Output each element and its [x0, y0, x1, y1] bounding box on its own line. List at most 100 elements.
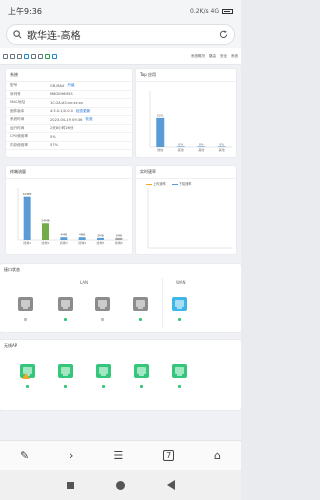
bar-data-label: 0%	[199, 143, 204, 147]
ap-device-4-status	[140, 385, 143, 388]
lan-wan-divider	[162, 278, 163, 328]
router-admin-page: 系统概况 路由 安全 系统 系统 型号 GR-MAX 升级序列号 M8G0H6H5S M…	[0, 48, 241, 440]
ap-device-2[interactable]	[58, 364, 73, 378]
chart-bar	[60, 237, 68, 240]
info-link[interactable]: 升级	[67, 83, 74, 88]
terminal-traffic-card: 终端流量 62MB 终端1 24MB 终端2 4MB 终端3 4MB 终端4 3MB 终端5 3MB…	[6, 166, 132, 254]
info-row: MAC地址 1C:2A:A3:xx:xx:xx	[6, 99, 132, 108]
nav-item-route[interactable]: 路由	[209, 54, 216, 59]
menu-icon[interactable]	[3, 53, 8, 59]
info-value: 5%	[50, 134, 56, 139]
info-row: 型号 GR-MAX 升级	[6, 82, 132, 91]
menu-icon[interactable]: ☰	[113, 449, 123, 462]
info-key: CPU使用率	[10, 134, 29, 139]
top-apps-card: Top 应用 52% 微信 0% 其他 0% 其他 0% 其他	[136, 69, 236, 157]
lan-port-1[interactable]	[18, 297, 33, 311]
info-value: 2023-04-19 09:36	[50, 117, 83, 122]
info-value: M8G0H6H5S	[50, 92, 73, 97]
wireless-ap-card: 无线AP	[0, 340, 241, 410]
lan-port-2[interactable]	[58, 297, 73, 311]
ap-device-5[interactable]	[172, 364, 187, 378]
refresh-icon[interactable]	[219, 30, 228, 39]
ap-warning-icon	[22, 373, 30, 379]
tabs-icon[interactable]: 7	[163, 450, 175, 461]
ap-device-4[interactable]	[134, 364, 149, 378]
nav-item-security[interactable]: 安全	[220, 54, 227, 59]
info-key: MAC地址	[10, 100, 26, 105]
edit-icon[interactable]: ✎	[20, 449, 29, 462]
home-icon[interactable]	[10, 53, 15, 59]
wireless-ap-title: 无线AP	[4, 343, 18, 348]
info-value: 57%	[50, 143, 58, 148]
chart-bar	[42, 223, 49, 240]
back-button[interactable]	[166, 480, 175, 490]
chart-bar	[23, 196, 31, 240]
info-key: 序列号	[10, 91, 21, 96]
info-value: GR-MAX	[50, 83, 65, 88]
info-row: 运行时间 2天8小时26分	[6, 125, 132, 133]
home-icon[interactable]: ⌂	[214, 449, 221, 462]
rate-chart-axes	[147, 188, 232, 249]
ap-device-2-status	[64, 385, 67, 388]
wan-label: WAN	[176, 280, 186, 285]
info-row: 固件版本 4.5.0.1/0.0.0 检查更新	[6, 108, 132, 116]
system-nav-bar	[0, 470, 241, 500]
recents-button[interactable]	[66, 481, 74, 489]
wan-port-status	[178, 318, 181, 321]
info-row: 内存使用率 57%	[6, 142, 132, 150]
page-title: 歌华连-高格	[27, 31, 81, 42]
bar-data-label: 0%	[219, 143, 224, 147]
ap-device-3-status	[102, 385, 105, 388]
info-row: CPU使用率 5%	[6, 133, 132, 142]
wan-port[interactable]	[172, 297, 187, 311]
top-apps-chart: 52%微信0%其他0%其他0%其他	[149, 91, 232, 152]
chart-bar	[78, 237, 86, 240]
lan-port-4-status	[139, 318, 142, 321]
info-link[interactable]: 校准	[85, 117, 92, 122]
info-link[interactable]: 检查更新	[76, 109, 90, 114]
browser-toolbar: ✎ › ☰ 7 ⌂	[0, 440, 241, 470]
status-icon[interactable]	[45, 53, 50, 59]
forward-icon[interactable]: ›	[69, 449, 73, 462]
nav-item-system[interactable]: 系统	[231, 54, 238, 59]
address-bar: 歌华连-高格	[0, 22, 241, 48]
top-nav: 系统概况 路由 安全 系统	[0, 48, 241, 65]
status-indicators: 0.2K/s 4G	[190, 8, 233, 15]
bar-data-label: 3MB	[97, 233, 104, 237]
lan-port-3-status	[101, 318, 104, 321]
port-status-card: 接口状态 LAN WAN	[0, 264, 241, 332]
category-tick-label: 其他	[198, 147, 204, 152]
lan-port-4[interactable]	[133, 297, 148, 311]
bar-data-label: 52%	[157, 113, 164, 117]
info-rows: 型号 GR-MAX 升级序列号 M8G0H6H5S MAC地址 1C:2A:A3:xx:x…	[6, 82, 132, 150]
bar-data-label: 0%	[178, 143, 183, 147]
bar-data-label: 3MB	[116, 233, 123, 237]
category-tick-label: 终端6	[115, 240, 123, 245]
ap-device-3[interactable]	[96, 364, 111, 378]
category-tick-label: 终端2	[42, 240, 50, 245]
system-info-title: 系统	[6, 69, 132, 82]
ap-device-1-status	[26, 385, 29, 388]
category-tick-label: 其他	[219, 147, 225, 152]
status-time: 上午9:36	[8, 6, 42, 16]
info-value: 2天8小时26分	[50, 125, 74, 130]
info-key: 固件版本	[10, 108, 25, 113]
nav-item-overview[interactable]: 系统概况	[191, 54, 205, 59]
network-icon[interactable]	[24, 53, 29, 59]
url-box[interactable]: 歌华连-高格	[6, 24, 235, 45]
port-status-title: 接口状态	[4, 267, 20, 272]
realtime-rate-card: 实时速率 上传速率 下载速率	[136, 166, 236, 254]
ap-device-5-status	[178, 385, 181, 388]
lan-port-3[interactable]	[95, 297, 110, 311]
wifi-icon[interactable]	[31, 53, 36, 59]
home-button[interactable]	[115, 480, 125, 490]
bar-data-label: 4MB	[79, 233, 86, 237]
chart-bar	[97, 237, 104, 240]
monitor-icon[interactable]	[52, 53, 57, 59]
info-key: 型号	[10, 83, 18, 88]
lan-port-1-status	[24, 318, 27, 321]
device-icon[interactable]	[17, 53, 22, 59]
lan-port-2-status	[64, 318, 67, 321]
terminal-traffic-title: 终端流量	[6, 166, 132, 179]
settings-icon[interactable]	[38, 53, 43, 59]
